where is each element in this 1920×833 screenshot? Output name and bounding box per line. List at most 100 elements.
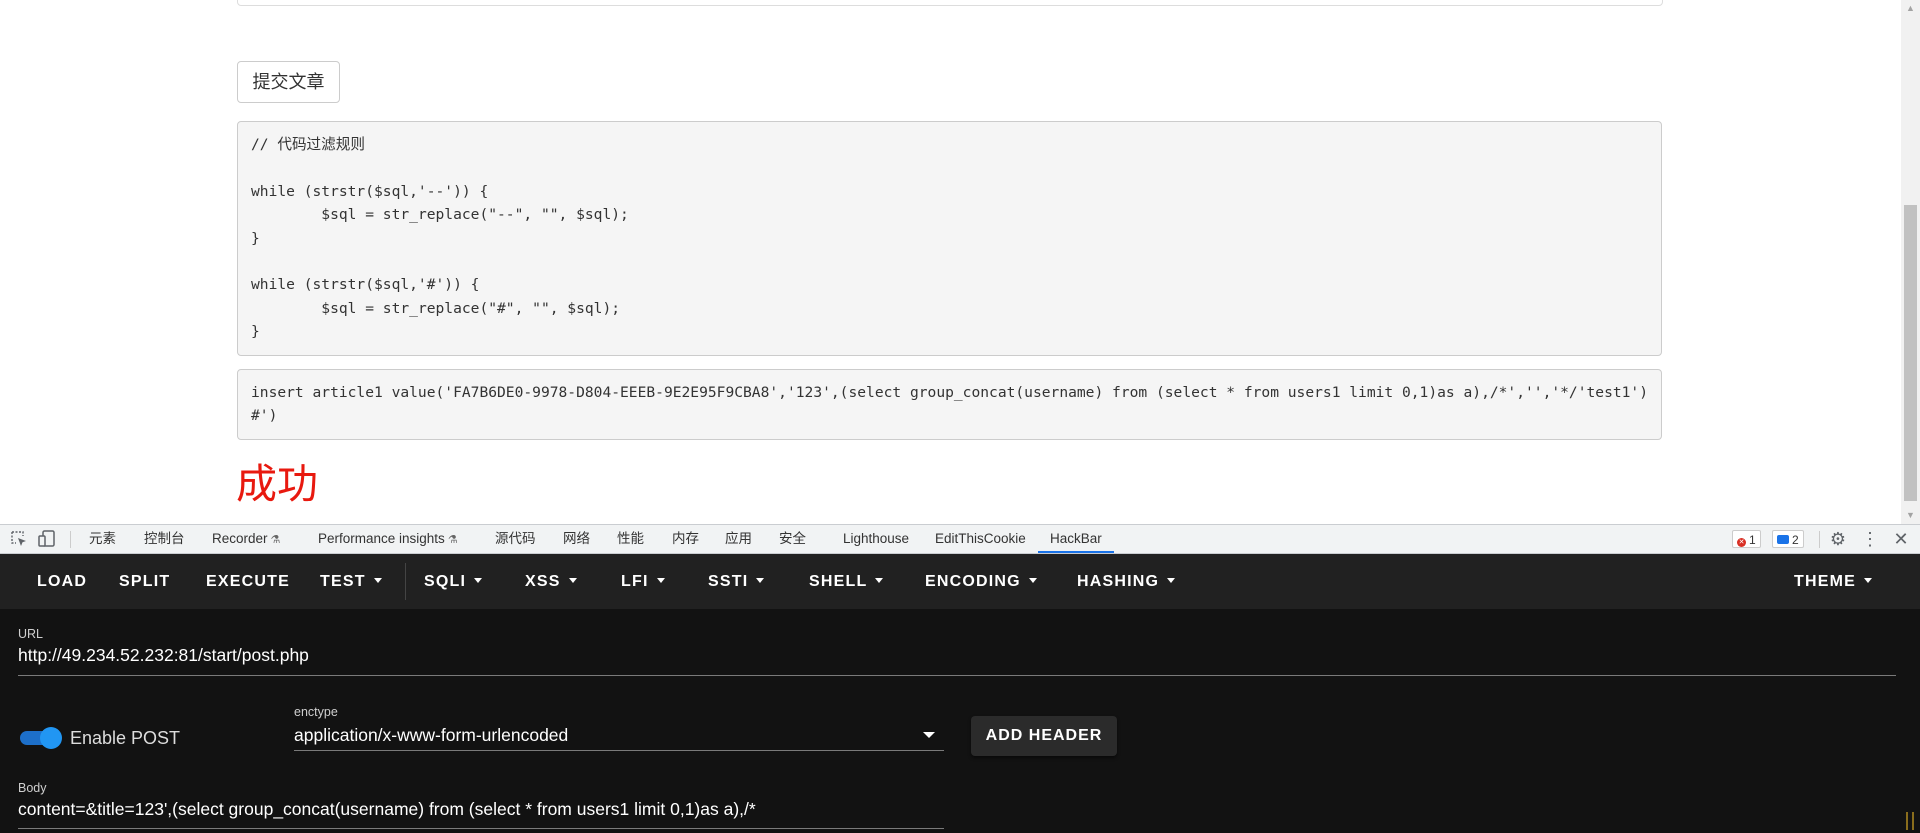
- tab-label: 安全: [779, 531, 806, 546]
- message-count: 2: [1792, 533, 1799, 547]
- tab-label: Performance insights: [318, 531, 445, 546]
- scroll-up-arrow-icon[interactable]: ▲: [1901, 0, 1920, 17]
- sql-query-code: insert article1 value('FA7B6DE0-9978-D80…: [237, 369, 1662, 440]
- add-header-button[interactable]: ADD HEADER: [971, 716, 1117, 756]
- textarea-edge[interactable]: [237, 0, 1663, 6]
- inspect-icon[interactable]: [9, 529, 29, 549]
- error-count-badge[interactable]: ✕ 1: [1732, 530, 1761, 548]
- tab-performance-insights[interactable]: Performance insights ⚗: [318, 525, 458, 553]
- enctype-label: enctype: [294, 705, 338, 719]
- error-icon: ✕: [1737, 538, 1746, 547]
- caret-down-icon: [1028, 578, 1037, 583]
- message-count-badge[interactable]: 2: [1772, 530, 1804, 548]
- caret-down-icon: [568, 578, 577, 583]
- load-label: LOAD: [37, 573, 88, 590]
- sqli-menu-button[interactable]: SQLI: [424, 554, 483, 609]
- sqli-label: SQLI: [424, 573, 467, 590]
- enable-post-toggle[interactable]: [20, 726, 63, 750]
- split-button[interactable]: SPLIT: [119, 554, 170, 609]
- devtools-tab-strip: 元素 控制台 Recorder ⚗ Performance insights ⚗ 源…: [0, 524, 1920, 554]
- caret-down-icon: [875, 578, 884, 583]
- caret-down-icon: [373, 578, 382, 583]
- theme-menu-button[interactable]: THEME: [1794, 554, 1872, 609]
- resize-grip-icon[interactable]: [1906, 812, 1914, 830]
- tab-lighthouse[interactable]: Lighthouse: [843, 525, 909, 553]
- tab-performance[interactable]: 性能: [617, 525, 644, 553]
- test-label: TEST: [320, 573, 366, 590]
- scrollbar-thumb[interactable]: [1904, 205, 1917, 501]
- caret-down-icon: [1864, 578, 1872, 583]
- web-page: 提交文章 // 代码过滤规则 while (strstr($sql,'--'))…: [0, 0, 1920, 524]
- error-count: 1: [1749, 533, 1756, 547]
- execute-label: EXECUTE: [206, 573, 290, 590]
- device-toggle-icon[interactable]: [37, 529, 57, 549]
- lfi-menu-button[interactable]: LFI: [621, 554, 665, 609]
- tab-network[interactable]: 网络: [563, 525, 590, 553]
- gear-icon[interactable]: ⚙: [1828, 529, 1848, 549]
- page-scrollbar[interactable]: ▲ ▼: [1901, 0, 1920, 524]
- kebab-menu-icon[interactable]: ⋮: [1860, 529, 1880, 549]
- execute-button[interactable]: EXECUTE: [206, 554, 290, 609]
- caret-down-icon: [656, 578, 665, 583]
- tab-memory[interactable]: 内存: [672, 525, 699, 553]
- tab-editthiscookie[interactable]: EditThisCookie: [935, 525, 1026, 553]
- tab-label: 内存: [672, 531, 699, 546]
- result-message: 成功: [236, 461, 318, 507]
- close-icon[interactable]: ✕: [1891, 529, 1911, 549]
- tab-console[interactable]: 控制台: [144, 525, 185, 553]
- tab-label: HackBar: [1050, 531, 1102, 546]
- select-caret-down-icon[interactable]: [923, 732, 935, 738]
- url-input[interactable]: http://49.234.52.232:81/start/post.php: [18, 645, 1888, 666]
- body-underline: [18, 828, 944, 829]
- tab-security[interactable]: 安全: [779, 525, 806, 553]
- encoding-menu-button[interactable]: ENCODING: [925, 554, 1037, 609]
- body-label: Body: [18, 781, 47, 795]
- url-label: URL: [18, 627, 44, 641]
- tab-label: 性能: [617, 531, 644, 546]
- enctype-underline: [294, 750, 944, 751]
- tab-sources[interactable]: 源代码: [495, 525, 536, 553]
- enctype-select[interactable]: application/x-www-form-urlencoded: [294, 725, 914, 746]
- tab-divider: [1819, 531, 1820, 548]
- flask-icon: ⚗: [447, 534, 458, 546]
- toggle-knob: [40, 727, 62, 749]
- filter-rules-code: // 代码过滤规则 while (strstr($sql,'--')) { $s…: [237, 121, 1662, 356]
- hashing-menu-button[interactable]: HASHING: [1077, 554, 1176, 609]
- tab-label: 网络: [563, 531, 590, 546]
- tab-divider: [70, 531, 71, 548]
- xss-label: XSS: [525, 573, 561, 590]
- scroll-down-arrow-icon[interactable]: ▼: [1901, 507, 1920, 524]
- tab-elements[interactable]: 元素: [89, 525, 116, 553]
- submit-article-button[interactable]: 提交文章: [237, 61, 340, 103]
- tab-label: 应用: [725, 531, 752, 546]
- ssti-menu-button[interactable]: SSTI: [708, 554, 765, 609]
- hackbar-panel: LOAD SPLIT EXECUTE TEST SQLI XSS LFI SST…: [0, 554, 1920, 833]
- tab-hackbar[interactable]: HackBar: [1038, 525, 1114, 553]
- tab-recorder[interactable]: Recorder ⚗: [212, 525, 280, 553]
- caret-down-icon: [474, 578, 483, 583]
- shell-menu-button[interactable]: SHELL: [809, 554, 884, 609]
- enable-post-label: Enable POST: [70, 728, 181, 748]
- theme-label: THEME: [1794, 573, 1856, 590]
- load-button[interactable]: LOAD: [37, 554, 87, 609]
- test-menu-button[interactable]: TEST: [320, 554, 382, 609]
- shell-label: SHELL: [809, 573, 868, 590]
- tab-label: Recorder: [212, 531, 268, 546]
- tab-label: EditThisCookie: [935, 531, 1026, 546]
- toolbar-divider: [405, 563, 406, 600]
- tab-label: 控制台: [144, 531, 185, 546]
- hackbar-toolbar: LOAD SPLIT EXECUTE TEST SQLI XSS LFI SST…: [0, 554, 1920, 609]
- caret-down-icon: [1167, 578, 1176, 583]
- ssti-label: SSTI: [708, 573, 749, 590]
- tab-application[interactable]: 应用: [725, 525, 752, 553]
- message-icon: [1777, 535, 1789, 544]
- tab-label: Lighthouse: [843, 531, 910, 546]
- encoding-label: ENCODING: [925, 573, 1021, 590]
- url-underline: [18, 675, 1896, 676]
- flask-icon: ⚗: [270, 534, 281, 546]
- split-label: SPLIT: [119, 573, 171, 590]
- lfi-label: LFI: [621, 573, 649, 590]
- body-input[interactable]: content=&title=123',(select group_concat…: [18, 799, 944, 820]
- xss-menu-button[interactable]: XSS: [525, 554, 577, 609]
- tab-label: 源代码: [495, 531, 536, 546]
